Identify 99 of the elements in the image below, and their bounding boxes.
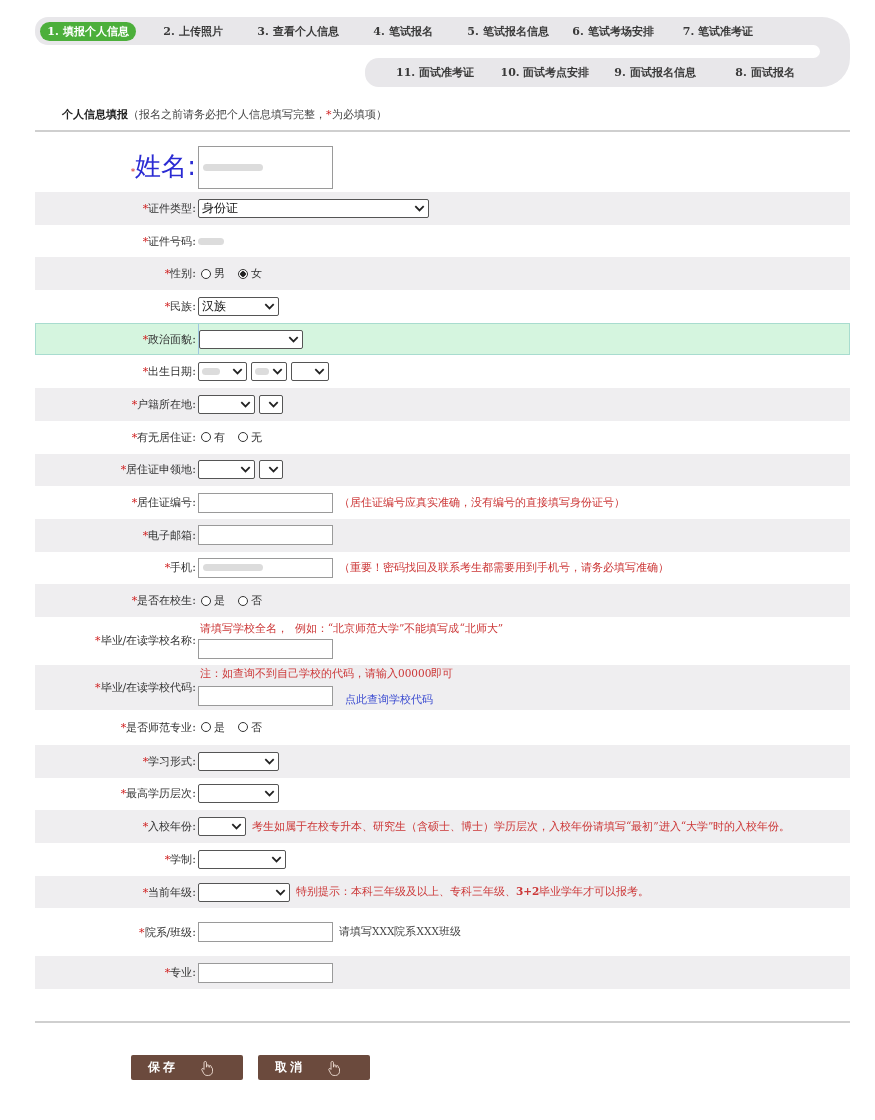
select-field[interactable] — [198, 394, 255, 414]
field-label: *姓名: — [130, 149, 196, 183]
chevron-down-icon — [272, 368, 283, 376]
warning-note: 考生如属于在校专升本、研究生（含硕士、博士）学历层次，入校年份请填写“最初”进入“大学”时的入校年份。 — [252, 819, 791, 834]
radio-option[interactable]: 是 — [201, 593, 225, 609]
chevron-down-icon — [414, 204, 425, 212]
select-field[interactable] — [198, 362, 247, 382]
warning-note: 请填写学校全名， 例如：“北京师范大学”不能填写成“北师大” — [200, 622, 504, 637]
step-tab[interactable]: 3. 查看个人信息 — [250, 21, 346, 41]
radio-option[interactable]: 是 — [201, 719, 225, 735]
step-tab[interactable]: 2. 上传照片 — [145, 21, 241, 41]
save-button[interactable]: 保存 — [131, 1055, 243, 1081]
blurred-text — [202, 368, 220, 376]
select-field[interactable] — [198, 460, 255, 480]
select-field[interactable] — [198, 882, 290, 902]
query-link[interactable]: 点此查询学校代码 — [345, 692, 433, 708]
field-label: *毕业/在读学校名称: — [95, 633, 196, 649]
blurred-text — [198, 237, 224, 245]
field-label: *民族: — [164, 298, 196, 314]
blurred-text — [203, 163, 263, 171]
field-label: *学习形式: — [142, 753, 196, 769]
input-field[interactable] — [198, 557, 333, 578]
warning-note: （居住证编号应真实准确，没有编号的直接填写身份证号） — [339, 495, 625, 510]
input-field[interactable] — [198, 685, 333, 706]
select-field[interactable] — [291, 362, 329, 382]
field-label: *有无居住证: — [131, 429, 196, 445]
radio-option[interactable]: 有 — [201, 429, 225, 445]
blurred-text — [203, 564, 263, 572]
chevron-down-icon — [314, 368, 325, 376]
step-tab[interactable]: 9. 面试报名信息 — [607, 63, 703, 82]
field-label: *性别: — [164, 266, 196, 282]
select-field[interactable] — [199, 329, 303, 349]
field-label: *入校年份: — [142, 819, 196, 835]
input-field[interactable] — [198, 962, 333, 983]
chevron-down-icon — [264, 302, 275, 310]
field-label: *学制: — [164, 851, 196, 867]
select-field[interactable] — [198, 784, 279, 804]
field-label: *政治面貌: — [142, 331, 196, 347]
select-field[interactable]: 身份证 — [198, 198, 429, 218]
cancel-button[interactable]: 取消 — [258, 1055, 370, 1081]
select-field[interactable] — [259, 460, 283, 480]
input-field[interactable] — [198, 922, 333, 943]
hand-pointer-icon — [327, 1059, 341, 1076]
field-label: *出生日期: — [142, 364, 196, 380]
chevron-down-icon — [275, 888, 286, 896]
input-field[interactable] — [198, 492, 333, 513]
field-label: *电子邮箱: — [142, 527, 196, 543]
field-label: *手机: — [164, 560, 196, 576]
step-tab[interactable]: 8. 面试报名 — [717, 63, 813, 82]
select-field[interactable] — [198, 849, 286, 869]
chevron-down-icon — [240, 400, 251, 408]
warning-note: （重要！密码找回及联系考生都需要用到手机号，请务必填写准确） — [339, 560, 669, 575]
input-field[interactable] — [198, 525, 333, 546]
field-label: *居住证申领地: — [120, 462, 196, 478]
warning-note: 特别提示：本科三年级及以上、专科三年级、3+2毕业学年才可以报考。 — [296, 885, 650, 900]
field-label: *户籍所在地: — [131, 396, 196, 412]
radio-option[interactable]: 否 — [238, 719, 262, 735]
chevron-down-icon — [288, 335, 299, 343]
section-title: 个人信息填报 — [62, 108, 128, 121]
chevron-down-icon — [231, 823, 242, 831]
field-label: *专业: — [164, 965, 196, 981]
step-tab[interactable]: 6. 笔试考场安排 — [565, 21, 661, 41]
radio-option[interactable]: 男 — [201, 266, 225, 282]
step-tab[interactable]: 4. 笔试报名 — [355, 21, 451, 41]
chevron-down-icon — [271, 855, 282, 863]
chevron-down-icon — [264, 757, 275, 765]
hint-text: 请填写XXX院系XXX班级 — [339, 925, 461, 940]
field-label: *是否在校生: — [131, 593, 196, 609]
field-label: *院系/班级: — [139, 924, 196, 940]
warning-note: 注：如查询不到自己学校的代码，请输入00000即可 — [200, 667, 454, 682]
field-label: *证件类型: — [142, 200, 196, 216]
chevron-down-icon — [232, 368, 243, 376]
blurred-text — [255, 368, 269, 376]
step-tab[interactable]: 11. 面试准考证 — [387, 63, 483, 82]
select-field[interactable]: 汉族 — [198, 296, 279, 316]
input-field[interactable] — [198, 639, 333, 660]
radio-option[interactable]: 无 — [238, 429, 262, 445]
input-field[interactable] — [198, 145, 333, 189]
step-tab[interactable]: 7. 笔试准考证 — [670, 21, 766, 41]
field-label: *证件号码: — [142, 233, 196, 249]
section-note: （报名之前请务必把个人信息填写完整，*为必填项） — [128, 108, 387, 121]
chevron-down-icon — [264, 790, 275, 798]
hand-pointer-icon — [200, 1059, 214, 1076]
chevron-down-icon — [268, 400, 279, 408]
step-tab[interactable]: 5. 笔试报名信息 — [460, 21, 556, 41]
select-field[interactable] — [259, 394, 283, 414]
field-label: *最高学历层次: — [120, 786, 196, 802]
radio-option[interactable]: 否 — [238, 593, 262, 609]
field-label: *居住证编号: — [131, 495, 196, 511]
chevron-down-icon — [240, 466, 251, 474]
field-label: *当前年级: — [142, 884, 196, 900]
select-field[interactable] — [251, 362, 287, 382]
field-label: *毕业/在读学校代码: — [95, 679, 196, 695]
select-field[interactable] — [198, 751, 279, 771]
radio-option[interactable]: 女 — [238, 266, 262, 282]
step-tab[interactable]: 10. 面试考点安排 — [497, 63, 593, 82]
select-field[interactable] — [198, 817, 246, 837]
field-label: *是否师范专业: — [120, 719, 196, 735]
chevron-down-icon — [268, 466, 279, 474]
